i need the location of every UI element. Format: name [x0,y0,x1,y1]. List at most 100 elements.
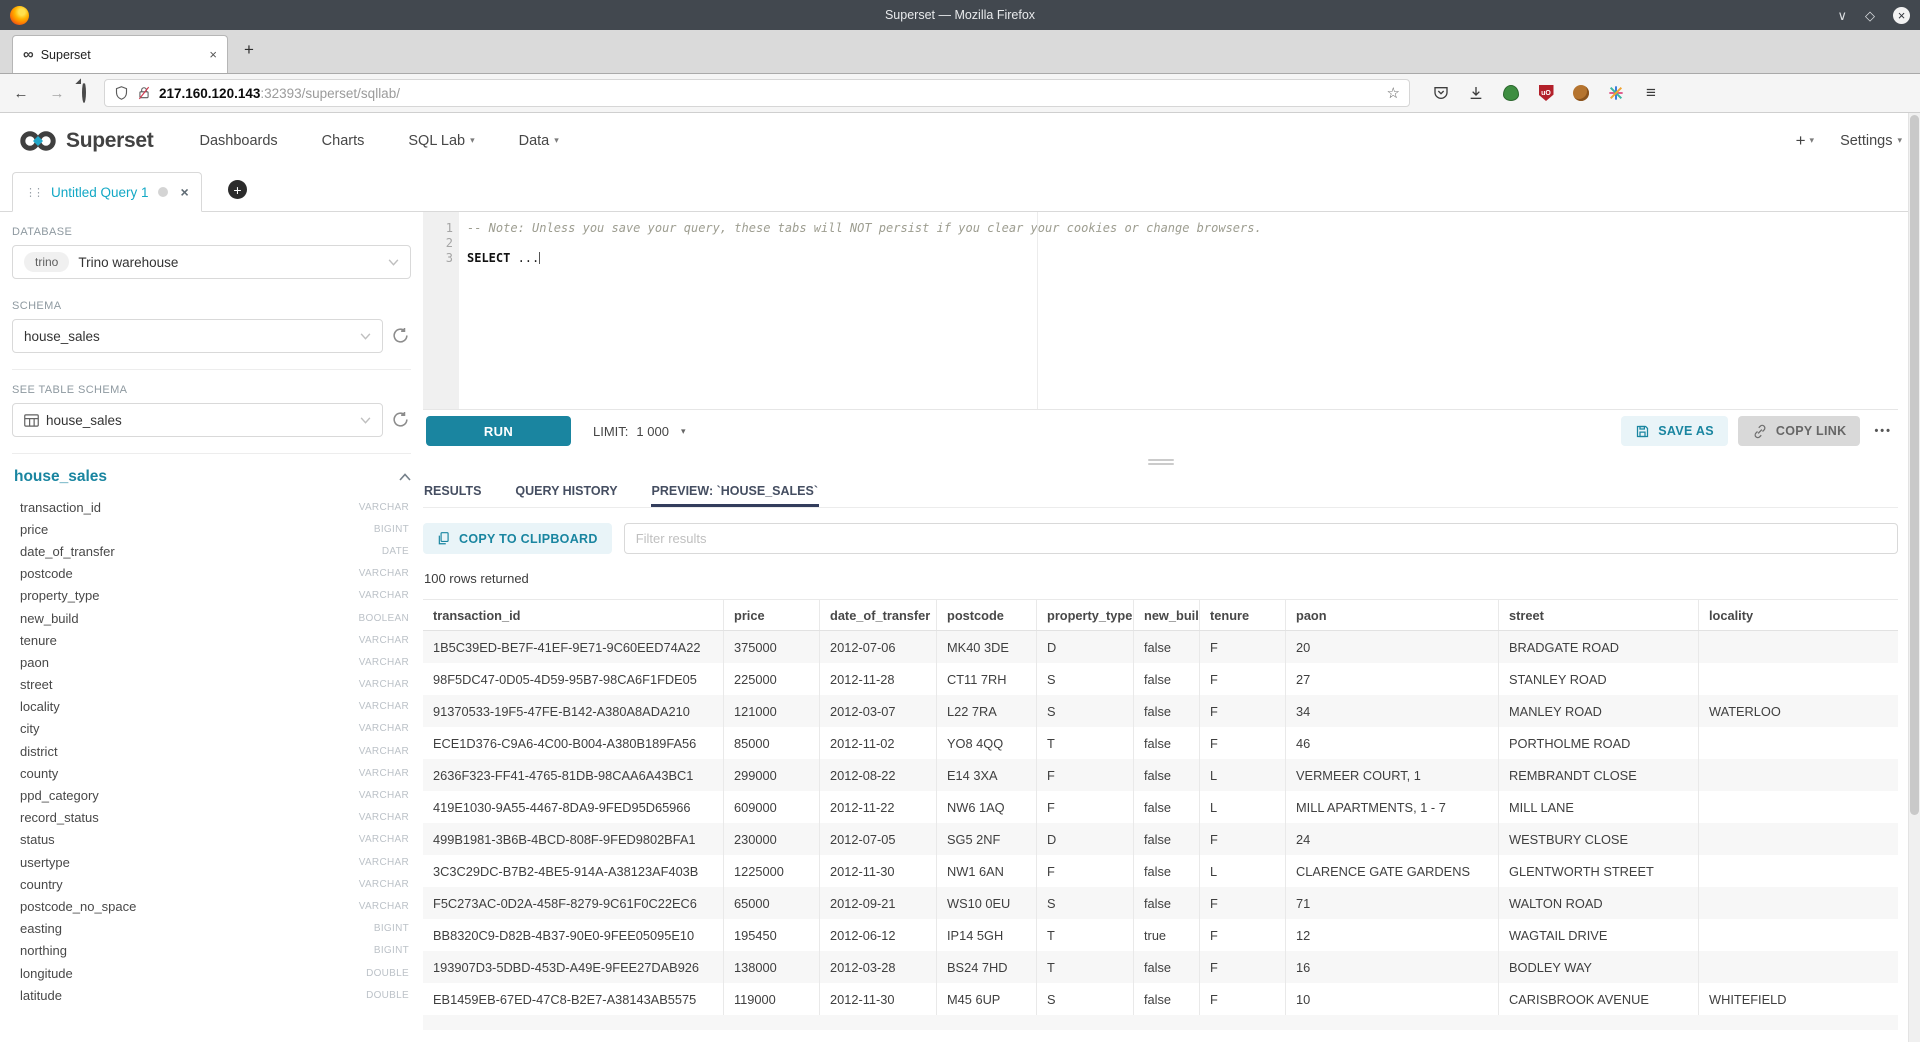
pocket-icon[interactable] [1432,84,1450,102]
column-name: country [20,877,63,892]
column-name: status [20,832,55,847]
table-icon [24,414,39,427]
browser-tab-close-button[interactable]: × [209,47,217,62]
column-name: paon [20,655,49,670]
table-select[interactable]: house_sales [12,403,383,437]
table-row: F5C273AC-0D2A-458F-8279-9C61F0C22EC66500… [423,887,1898,919]
header-cell[interactable]: locality [1698,600,1898,630]
header-cell[interactable]: postcode [936,600,1036,630]
table-columns-list: transaction_idVARCHARpriceBIGINTdate_of_… [12,496,411,1006]
url-bar[interactable]: 217.160.120.143:32393/superset/sqllab/ ☆ [104,79,1410,107]
nav-item-charts[interactable]: Charts [322,133,365,149]
copy-link-button[interactable]: COPY LINK [1738,416,1861,446]
drag-handle-icon[interactable]: ⋮⋮ [25,186,41,199]
more-options-button[interactable]: ••• [1870,425,1896,437]
schema-select[interactable]: house_sales [12,319,383,353]
nav-item-label: Data [519,133,550,149]
table-cell: CLARENCE GATE GARDENS [1285,855,1498,887]
table-cell: 2012-11-30 [819,983,936,1015]
database-select[interactable]: trino Trino warehouse [12,245,411,279]
tab-query-history[interactable]: QUERY HISTORY [514,478,618,507]
query-tab-label: Untitled Query 1 [51,185,149,200]
copy-to-clipboard-button[interactable]: COPY TO CLIPBOARD [423,523,612,554]
line-number: 2 [423,236,453,251]
container-asterisk-icon[interactable] [1607,84,1625,102]
url-path: :32393/superset/sqllab/ [260,86,400,101]
plus-menu-button[interactable]: +▾ [1796,131,1814,151]
schema-refresh-button[interactable] [391,326,411,346]
filter-results-input[interactable] [624,523,1898,554]
shield-icon[interactable] [114,85,129,101]
table-cell: 2012-03-28 [819,951,936,983]
table-cell: WHITEFIELD [1698,983,1898,1015]
table-cell: BODLEY WAY [1498,951,1698,983]
schema-label: SCHEMA [12,300,411,312]
table-cell: YO8 4QQ [936,727,1036,759]
header-cell[interactable]: property_type [1036,600,1133,630]
table-cell: WESTBURY CLOSE [1498,823,1698,855]
column-row: tenureVARCHAR [12,629,411,651]
privacy-badger-icon[interactable] [1502,84,1520,102]
column-row: usertypeVARCHAR [12,851,411,873]
nav-items: Dashboards Charts SQL Lab▾ Data▾ [199,133,558,149]
save-as-button[interactable]: SAVE AS [1621,416,1728,446]
table-cell: VERMEER COURT, 1 [1285,759,1498,791]
table-cell: EB1459EB-67ED-47C8-B2E7-A38143AB5575 [423,983,723,1015]
window-minimize-chevron-icon[interactable]: ∨ [1837,9,1847,22]
new-tab-button[interactable]: + [244,40,254,60]
header-cell[interactable]: paon [1285,600,1498,630]
run-button[interactable]: RUN [426,416,571,446]
back-button[interactable]: ← [10,85,32,102]
pane-splitter[interactable] [423,452,1898,472]
table-cell: 138000 [723,951,819,983]
tab-preview-house-sales[interactable]: PREVIEW: `HOUSE_SALES` [651,478,819,507]
query-tab-close-button[interactable]: × [181,184,189,200]
table-cell: 225000 [723,663,819,695]
bookmark-star-icon[interactable]: ☆ [1387,84,1400,102]
add-query-tab-button[interactable]: + [228,180,247,199]
ublock-icon[interactable]: uO [1537,84,1555,102]
header-cell[interactable]: new_build [1133,600,1199,630]
browser-tab[interactable]: ∞ Superset × [12,35,228,73]
menu-icon[interactable]: ≡ [1642,84,1660,102]
table-cell [1698,631,1898,663]
column-row: latitudeDOUBLE [12,984,411,1006]
page-scrollbar[interactable] [1908,113,1920,1042]
header-cell[interactable]: price [723,600,819,630]
header-cell[interactable]: street [1498,600,1698,630]
table-cell: L [1199,791,1285,823]
header-cell[interactable]: date_of_transfer [819,600,936,630]
collapse-chevron-up-icon[interactable] [399,473,411,481]
nav-item-data[interactable]: Data▾ [519,133,559,149]
column-type: BIGINT [374,524,409,535]
splitter-handle-icon[interactable] [1148,459,1174,465]
settings-menu-button[interactable]: Settings▾ [1840,133,1902,149]
download-icon[interactable] [1467,84,1485,102]
nav-item-sql-lab[interactable]: SQL Lab▾ [408,133,474,149]
tab-results[interactable]: RESULTS [423,478,482,507]
header-cell[interactable]: tenure [1199,600,1285,630]
sql-editor[interactable]: 123 -- Note: Unless you save your query,… [423,212,1898,410]
table-cell: F [1199,823,1285,855]
superset-brand[interactable]: Superset [18,129,153,153]
table-cell: GLENTWORTH STREET [1498,855,1698,887]
editor-code[interactable]: -- Note: Unless you save your query, the… [459,212,1898,409]
editor-gutter: 123 [423,212,459,409]
table-cell: 71 [1285,887,1498,919]
query-tab[interactable]: ⋮⋮ Untitled Query 1 × [12,172,202,212]
sqllab-main: 123 -- Note: Unless you save your query,… [423,212,1898,998]
limit-dropdown[interactable]: LIMIT: 1 000 ▾ [593,424,685,439]
cookie-icon[interactable] [1572,84,1590,102]
header-cell[interactable]: transaction_id [423,600,723,630]
reload-button[interactable] [82,84,86,102]
scrollbar-thumb[interactable] [1910,115,1919,815]
lock-slash-icon[interactable] [137,85,151,101]
results-tab-bar: RESULTS QUERY HISTORY PREVIEW: `HOUSE_SALE… [423,478,1898,508]
window-maximize-icon[interactable]: ◇ [1865,9,1875,22]
column-type: DATE [382,546,409,557]
results-table-body: 1B5C39ED-BE7F-41EF-9E71-9C60EED74A223750… [423,631,1898,1030]
window-close-button[interactable]: × [1893,7,1910,24]
forward-button[interactable]: → [46,85,68,102]
table-refresh-button[interactable] [391,410,411,430]
nav-item-dashboards[interactable]: Dashboards [199,133,277,149]
